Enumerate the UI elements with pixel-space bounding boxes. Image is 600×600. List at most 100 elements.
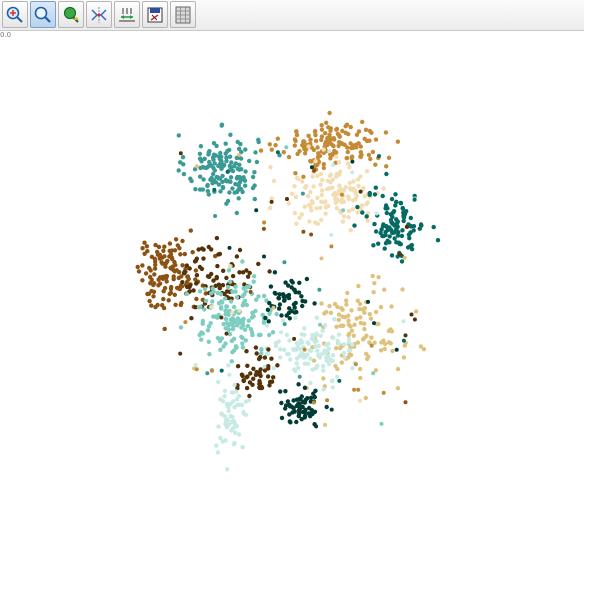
scatter-point xyxy=(214,235,220,241)
scatter-point xyxy=(327,303,332,309)
scatter-point xyxy=(145,291,150,297)
scatter-point xyxy=(224,304,230,309)
scatter-point xyxy=(350,207,355,212)
scatter-point xyxy=(227,372,232,377)
scatter-point xyxy=(362,326,367,332)
scatter-point xyxy=(281,150,286,155)
axis-scale-tool[interactable] xyxy=(114,1,140,28)
scatter-point xyxy=(239,325,244,330)
scatter-point xyxy=(175,243,180,248)
scatter-point xyxy=(241,316,246,322)
zoom-tool[interactable] xyxy=(30,1,56,28)
scatter-point xyxy=(334,150,339,155)
lasso-select-icon xyxy=(63,6,79,23)
scatter-point xyxy=(264,323,269,328)
scatter-point xyxy=(288,357,293,362)
scatter-point xyxy=(276,339,281,344)
scatter-point xyxy=(167,291,172,297)
scatter-point xyxy=(185,274,191,279)
pan-tool[interactable] xyxy=(86,1,112,28)
scatter-point xyxy=(345,145,350,150)
scatter-point xyxy=(381,390,386,395)
scatter-point xyxy=(327,362,332,367)
scatter-point xyxy=(319,256,324,261)
scatter-point xyxy=(403,333,408,338)
grid-tool[interactable] xyxy=(170,1,196,28)
scatter-point xyxy=(228,279,233,284)
scatter-point xyxy=(210,299,215,304)
scatter-point xyxy=(209,305,214,310)
scatter-point xyxy=(319,301,324,306)
scatter-point xyxy=(308,414,313,419)
scatter-point xyxy=(431,224,436,230)
scatter-point xyxy=(329,407,334,412)
scatter-point xyxy=(230,316,235,321)
scatter-point xyxy=(184,263,189,268)
scatter-point xyxy=(373,162,378,167)
scatter-point xyxy=(152,256,157,261)
scatter-point xyxy=(300,303,305,309)
scatter-point xyxy=(400,228,405,233)
scatter-point xyxy=(227,190,232,195)
scatter-point xyxy=(224,422,230,428)
scatter-point xyxy=(376,321,381,327)
scatter-point xyxy=(254,159,260,165)
scatter-point xyxy=(289,404,294,409)
scatter-point xyxy=(398,201,404,206)
scatter-point xyxy=(142,251,147,256)
scatter-point xyxy=(352,223,357,228)
scatter-point xyxy=(262,364,267,369)
scatter-point xyxy=(335,374,340,379)
scatter-point xyxy=(225,309,231,314)
scatter-point xyxy=(251,376,256,381)
scatter-cluster xyxy=(176,122,282,216)
scatter-point xyxy=(395,386,401,391)
scatter-point xyxy=(326,354,331,359)
scatter-point xyxy=(384,164,389,169)
scatter-point xyxy=(349,145,354,151)
scatter-plot-area[interactable] xyxy=(0,32,600,600)
scatter-point xyxy=(292,310,297,315)
scatter-point xyxy=(270,330,276,335)
scatter-point xyxy=(358,144,363,149)
scatter-point xyxy=(329,244,334,249)
scatter-point xyxy=(364,333,369,338)
scatter-point xyxy=(388,212,393,217)
scatter-point xyxy=(408,224,414,229)
scatter-point xyxy=(262,254,266,259)
scatter-point xyxy=(346,332,351,338)
scatter-point xyxy=(325,186,330,192)
scatter-point xyxy=(206,339,211,344)
scatter-point xyxy=(215,290,220,296)
scatter-point xyxy=(350,366,355,371)
scatter-point xyxy=(235,139,240,145)
select-tool[interactable] xyxy=(58,1,84,28)
scatter-point xyxy=(211,152,217,157)
scatter-point xyxy=(271,366,276,371)
export-tool[interactable] xyxy=(142,1,168,28)
scatter-point xyxy=(313,138,319,144)
scatter-point xyxy=(226,363,231,368)
scatter-point xyxy=(356,283,361,289)
scatter-cluster xyxy=(258,110,401,179)
scatter-point xyxy=(279,415,285,421)
scatter-point xyxy=(286,295,292,301)
scatter-point xyxy=(330,185,335,190)
zoom-in-tool[interactable] xyxy=(2,1,28,28)
scatter-point xyxy=(339,323,345,328)
scatter-point xyxy=(386,155,392,160)
scatter-point xyxy=(212,161,217,166)
scatter-point xyxy=(140,263,145,268)
scatter-point xyxy=(363,395,368,401)
scatter-point xyxy=(156,244,162,250)
scatter-point xyxy=(296,342,301,348)
scatter-point xyxy=(371,243,376,248)
scatter-point xyxy=(302,204,307,209)
scatter-point xyxy=(346,336,352,342)
scatter-point xyxy=(223,151,228,156)
scatter-point xyxy=(336,160,342,165)
scatter-point xyxy=(305,193,311,199)
scatter-point xyxy=(347,352,352,357)
scatter-point xyxy=(318,333,323,338)
scatter-point xyxy=(329,232,334,237)
